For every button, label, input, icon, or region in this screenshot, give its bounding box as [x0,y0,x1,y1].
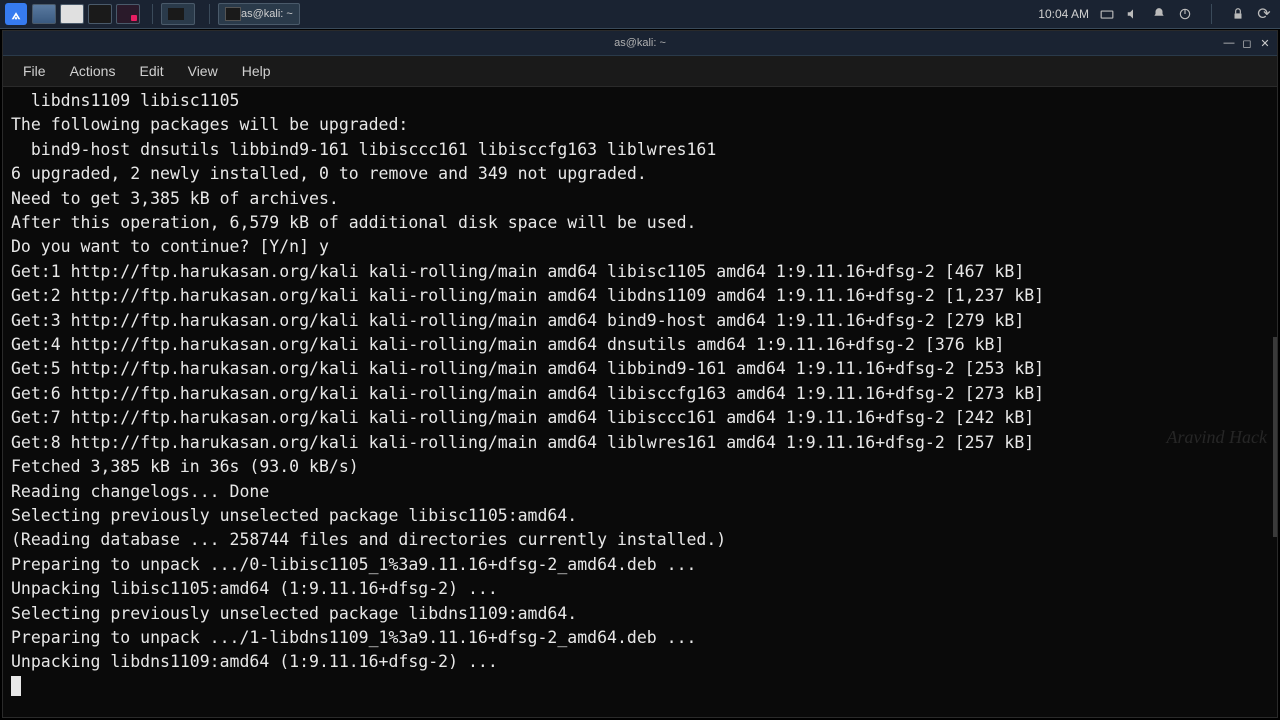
terminal-line: 6 upgraded, 2 newly installed, 0 to remo… [11,162,1269,186]
terminal-line: Get:7 http://ftp.harukasan.org/kali kali… [11,406,1269,430]
terminal-line: Selecting previously unselected package … [11,602,1269,626]
terminal-line: Preparing to unpack .../0-libisc1105_1%3… [11,553,1269,577]
terminal-line: Get:1 http://ftp.harukasan.org/kali kali… [11,260,1269,284]
volume-icon[interactable] [1125,6,1141,22]
terminal-line: Unpacking libdns1109:amd64 (1:9.11.16+df… [11,650,1269,674]
separator [209,4,210,24]
menu-file[interactable]: File [11,59,58,83]
menu-view[interactable]: View [176,59,230,83]
terminal-line: Fetched 3,385 kB in 36s (93.0 kB/s) [11,455,1269,479]
terminal-line: The following packages will be upgraded: [11,113,1269,137]
minimize-button[interactable]: — [1221,35,1237,51]
window-controls: — ◻ ✕ [1221,35,1273,51]
terminal-output[interactable]: libdns1109 libisc1105The following packa… [3,87,1277,717]
launcher-3[interactable] [88,3,112,25]
taskbar-window-title: as@kali: ~ [241,8,293,20]
terminal-line: Get:4 http://ftp.harukasan.org/kali kali… [11,333,1269,357]
launcher-2[interactable] [60,3,84,25]
launcher-4[interactable] [116,3,140,25]
menubar: File Actions Edit View Help [3,56,1277,87]
panel-left: ⟑ as@kali: ~ [0,3,306,25]
terminal-line: libdns1109 libisc1105 [11,89,1269,113]
terminal-line: Get:3 http://ftp.harukasan.org/kali kali… [11,309,1269,333]
window-title: as@kali: ~ [614,37,666,49]
terminal-line: Get:5 http://ftp.harukasan.org/kali kali… [11,357,1269,381]
window-icon [32,4,56,24]
keyboard-icon[interactable] [1099,6,1115,22]
desktop-panel: ⟑ as@kali: ~ 10:04 AM ⟳ [0,0,1280,29]
menu-actions[interactable]: Actions [58,59,128,83]
power-icon[interactable] [1177,6,1193,22]
terminal-line: Selecting previously unselected package … [11,504,1269,528]
terminal-line: Get:2 http://ftp.harukasan.org/kali kali… [11,284,1269,308]
launcher-1[interactable] [32,3,56,25]
app-icon [116,4,140,24]
menu-edit[interactable]: Edit [127,59,175,83]
separator [1211,4,1212,24]
terminal-line: After this operation, 6,579 kB of additi… [11,211,1269,235]
separator [152,4,153,24]
scrollbar[interactable] [1273,337,1277,537]
terminal-line: Preparing to unpack .../1-libdns1109_1%3… [11,626,1269,650]
refresh-icon[interactable]: ⟳ [1256,6,1272,22]
clock[interactable]: 10:04 AM [1038,7,1089,21]
terminal-cursor [11,676,21,696]
menu-help[interactable]: Help [230,59,283,83]
terminal-line: Reading changelogs... Done [11,480,1269,504]
terminal-icon [88,4,112,24]
workspace-button[interactable] [161,3,195,25]
panel-right: 10:04 AM ⟳ [1038,4,1280,24]
terminal-line: bind9-host dnsutils libbind9-161 libiscc… [11,138,1269,162]
terminal-line: Unpacking libisc1105:amd64 (1:9.11.16+df… [11,577,1269,601]
window-icon [60,4,84,24]
maximize-button[interactable]: ◻ [1239,35,1255,51]
terminal-line: (Reading database ... 258744 files and d… [11,528,1269,552]
taskbar-window-button[interactable]: as@kali: ~ [218,3,300,25]
notification-bell-icon[interactable] [1151,6,1167,22]
terminal-window: as@kali: ~ — ◻ ✕ File Actions Edit View … [2,30,1278,718]
lock-icon[interactable] [1230,6,1246,22]
terminal-line: Get:6 http://ftp.harukasan.org/kali kali… [11,382,1269,406]
terminal-line: Get:8 http://ftp.harukasan.org/kali kali… [11,431,1269,455]
workspace-icon [168,8,184,20]
app-menu-button[interactable]: ⟑ [4,3,28,25]
terminal-icon [225,7,241,21]
window-titlebar[interactable]: as@kali: ~ — ◻ ✕ [3,31,1277,56]
terminal-line: Need to get 3,385 kB of archives. [11,187,1269,211]
kali-logo-icon: ⟑ [5,3,27,25]
terminal-line: Do you want to continue? [Y/n] y [11,235,1269,259]
close-button[interactable]: ✕ [1257,35,1273,51]
